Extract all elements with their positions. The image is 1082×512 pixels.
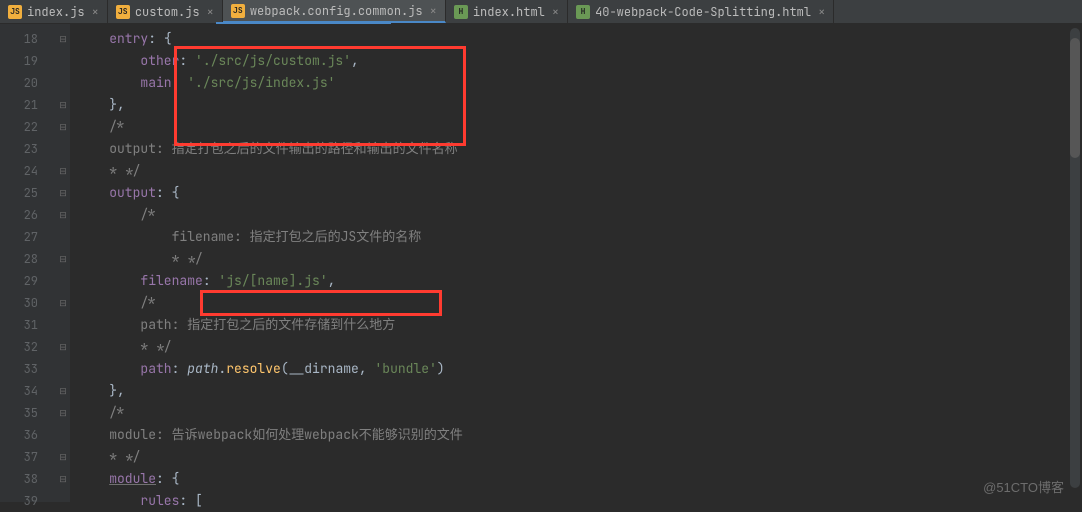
tab-webpack-config[interactable]: JS webpack.config.common.js × — [223, 0, 446, 23]
code-line: * */ — [70, 248, 1082, 270]
code-line: filename: 指定打包之后的JS文件的名称 — [70, 226, 1082, 248]
line-number: 31 — [0, 314, 56, 336]
tab-label: 40-webpack-Code-Splitting.html — [595, 4, 811, 20]
fold-marker[interactable] — [56, 270, 70, 292]
tab-index-html[interactable]: H index.html × — [446, 0, 568, 23]
fold-marker[interactable]: ⊟ — [56, 182, 70, 204]
js-file-icon: JS — [231, 4, 245, 18]
fold-marker[interactable] — [56, 138, 70, 160]
line-number: 25 — [0, 182, 56, 204]
code-line: other: './src/js/custom.js', — [70, 50, 1082, 72]
line-number: 20 — [0, 72, 56, 94]
fold-marker[interactable]: ⊟ — [56, 468, 70, 490]
scroll-thumb[interactable] — [1070, 38, 1080, 158]
code-line: /* — [70, 402, 1082, 424]
line-number: 26 — [0, 204, 56, 226]
line-number: 32 — [0, 336, 56, 358]
fold-marker[interactable]: ⊟ — [56, 402, 70, 424]
fold-marker[interactable]: ⊟ — [56, 94, 70, 116]
tab-custom-js[interactable]: JS custom.js × — [108, 0, 223, 23]
line-number: 35 — [0, 402, 56, 424]
code-line: entry: { — [70, 28, 1082, 50]
tab-label: webpack.config.common.js — [250, 3, 423, 19]
fold-column: ⊟⊟⊟⊟⊟⊟⊟⊟⊟⊟⊟⊟⊟ — [56, 24, 70, 502]
fold-marker[interactable]: ⊟ — [56, 446, 70, 468]
code-line: }, — [70, 94, 1082, 116]
vertical-scrollbar[interactable] — [1070, 28, 1080, 488]
line-number: 29 — [0, 270, 56, 292]
tab-code-splitting[interactable]: H 40-webpack-Code-Splitting.html × — [568, 0, 834, 23]
editor-area: 1819202122232425262728293031323334353637… — [0, 24, 1082, 502]
js-file-icon: JS — [116, 5, 130, 19]
code-line: * */ — [70, 446, 1082, 468]
code-line: * */ — [70, 160, 1082, 182]
tab-label: custom.js — [135, 4, 200, 20]
line-number: 22 — [0, 116, 56, 138]
fold-marker[interactable]: ⊟ — [56, 248, 70, 270]
code-line: path: path.resolve(__dirname, 'bundle') — [70, 358, 1082, 380]
fold-marker[interactable] — [56, 424, 70, 446]
line-number-gutter: 1819202122232425262728293031323334353637… — [0, 24, 56, 502]
line-number: 28 — [0, 248, 56, 270]
code-line: path: 指定打包之后的文件存储到什么地方 — [70, 314, 1082, 336]
code-line: module: { — [70, 468, 1082, 490]
editor-tabs: JS index.js × JS custom.js × JS webpack.… — [0, 0, 1082, 24]
fold-marker[interactable]: ⊟ — [56, 160, 70, 182]
line-number: 18 — [0, 28, 56, 50]
watermark: @51CTO博客 — [983, 477, 1064, 496]
line-number: 34 — [0, 380, 56, 402]
fold-marker[interactable]: ⊟ — [56, 28, 70, 50]
fold-marker[interactable] — [56, 72, 70, 94]
code-line: output: 指定打包之后的文件输出的路径和输出的文件名称 — [70, 138, 1082, 160]
code-line: }, — [70, 380, 1082, 402]
fold-marker[interactable]: ⊟ — [56, 116, 70, 138]
close-icon[interactable]: × — [552, 4, 559, 20]
close-icon[interactable]: × — [818, 4, 825, 20]
code-line: filename: 'js/[name].js', — [70, 270, 1082, 292]
line-number: 19 — [0, 50, 56, 72]
line-number: 30 — [0, 292, 56, 314]
code-line: output: { — [70, 182, 1082, 204]
fold-marker[interactable] — [56, 314, 70, 336]
code-line: /* — [70, 292, 1082, 314]
close-icon[interactable]: × — [430, 3, 437, 19]
line-number: 37 — [0, 446, 56, 468]
line-number: 36 — [0, 424, 56, 446]
line-number: 24 — [0, 160, 56, 182]
line-number: 39 — [0, 490, 56, 512]
fold-marker[interactable] — [56, 50, 70, 72]
code-line: module: 告诉webpack如何处理webpack不能够识别的文件 — [70, 424, 1082, 446]
fold-marker[interactable]: ⊟ — [56, 336, 70, 358]
code-line: rules: [ — [70, 490, 1082, 512]
fold-marker[interactable]: ⊟ — [56, 380, 70, 402]
code-line: main: './src/js/index.js' — [70, 72, 1082, 94]
line-number: 21 — [0, 94, 56, 116]
active-tab-indicator — [216, 22, 391, 24]
fold-marker[interactable] — [56, 358, 70, 380]
code-line: * */ — [70, 336, 1082, 358]
html-file-icon: H — [576, 5, 590, 19]
code-line: /* — [70, 116, 1082, 138]
tab-label: index.html — [473, 4, 545, 20]
html-file-icon: H — [454, 5, 468, 19]
fold-marker[interactable]: ⊟ — [56, 292, 70, 314]
line-number: 27 — [0, 226, 56, 248]
code-line: /* — [70, 204, 1082, 226]
code-editor[interactable]: entry: { other: './src/js/custom.js', ma… — [70, 24, 1082, 502]
close-icon[interactable]: × — [207, 4, 214, 20]
fold-marker[interactable]: ⊟ — [56, 204, 70, 226]
line-number: 23 — [0, 138, 56, 160]
line-number: 38 — [0, 468, 56, 490]
js-file-icon: JS — [8, 5, 22, 19]
fold-marker[interactable] — [56, 226, 70, 248]
tab-label: index.js — [27, 4, 85, 20]
tab-index-js[interactable]: JS index.js × — [0, 0, 108, 23]
line-number: 33 — [0, 358, 56, 380]
fold-marker[interactable] — [56, 490, 70, 512]
close-icon[interactable]: × — [92, 4, 99, 20]
